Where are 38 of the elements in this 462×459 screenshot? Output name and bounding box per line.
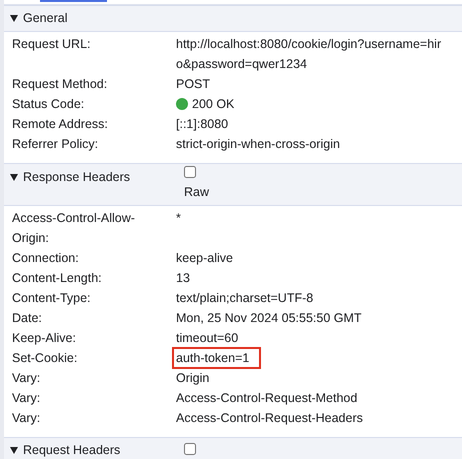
header-value: * bbox=[176, 210, 181, 227]
header-name: Content-Type: bbox=[11, 290, 92, 307]
header-value: timeout=60 bbox=[176, 330, 238, 347]
header-value: Mon, 25 Nov 2024 05:55:50 GMT bbox=[176, 310, 362, 327]
header-value: text/plain;charset=UTF-8 bbox=[176, 290, 314, 307]
header-name: Vary: bbox=[11, 390, 42, 407]
raw-label: Raw bbox=[184, 185, 210, 199]
header-value: http://localhost:8080/cookie/login?username=hir bbox=[176, 36, 442, 53]
header-name: Vary: bbox=[11, 410, 42, 427]
header-name: Remote Address: bbox=[11, 116, 109, 133]
header-value: Access-Control-Request-Headers bbox=[176, 410, 363, 427]
header-name: Connection: bbox=[11, 250, 80, 267]
header-name: Access-Control-Allow-Origin: bbox=[11, 210, 136, 247]
header-value: auth-token=1 bbox=[174, 349, 260, 367]
header-name: Request Method: bbox=[11, 76, 108, 93]
header-name: Request URL: bbox=[11, 36, 92, 53]
header-name: Date: bbox=[11, 310, 43, 327]
header-name: Vary: bbox=[11, 370, 42, 387]
active-tab-indicator bbox=[40, 0, 107, 2]
section-header[interactable]: General bbox=[4, 11, 68, 26]
section-header[interactable]: Request Headers bbox=[4, 443, 120, 458]
raw-checkbox[interactable] bbox=[184, 166, 196, 178]
header-value: keep-alive bbox=[176, 250, 233, 267]
header-value: 13 bbox=[176, 270, 190, 287]
header-name: Referrer Policy: bbox=[11, 136, 100, 153]
header-name: Keep-Alive: bbox=[11, 330, 77, 347]
header-value: Access-Control-Request-Method bbox=[176, 390, 358, 407]
header-name: Status Code: bbox=[11, 96, 86, 113]
header-value: [::1]:8080 bbox=[176, 116, 228, 133]
header-name: Set-Cookie: bbox=[11, 350, 78, 367]
header-value: o&password=qwer1234 bbox=[176, 56, 307, 73]
raw-checkbox[interactable] bbox=[184, 443, 196, 455]
header-value: strict-origin-when-cross-origin bbox=[176, 136, 340, 153]
section-header[interactable]: Response Headers bbox=[4, 170, 130, 185]
header-value: 200 OK bbox=[192, 96, 234, 113]
header-value: Origin bbox=[176, 370, 210, 387]
header-name: Content-Length: bbox=[11, 270, 103, 287]
header-value: POST bbox=[176, 76, 210, 93]
